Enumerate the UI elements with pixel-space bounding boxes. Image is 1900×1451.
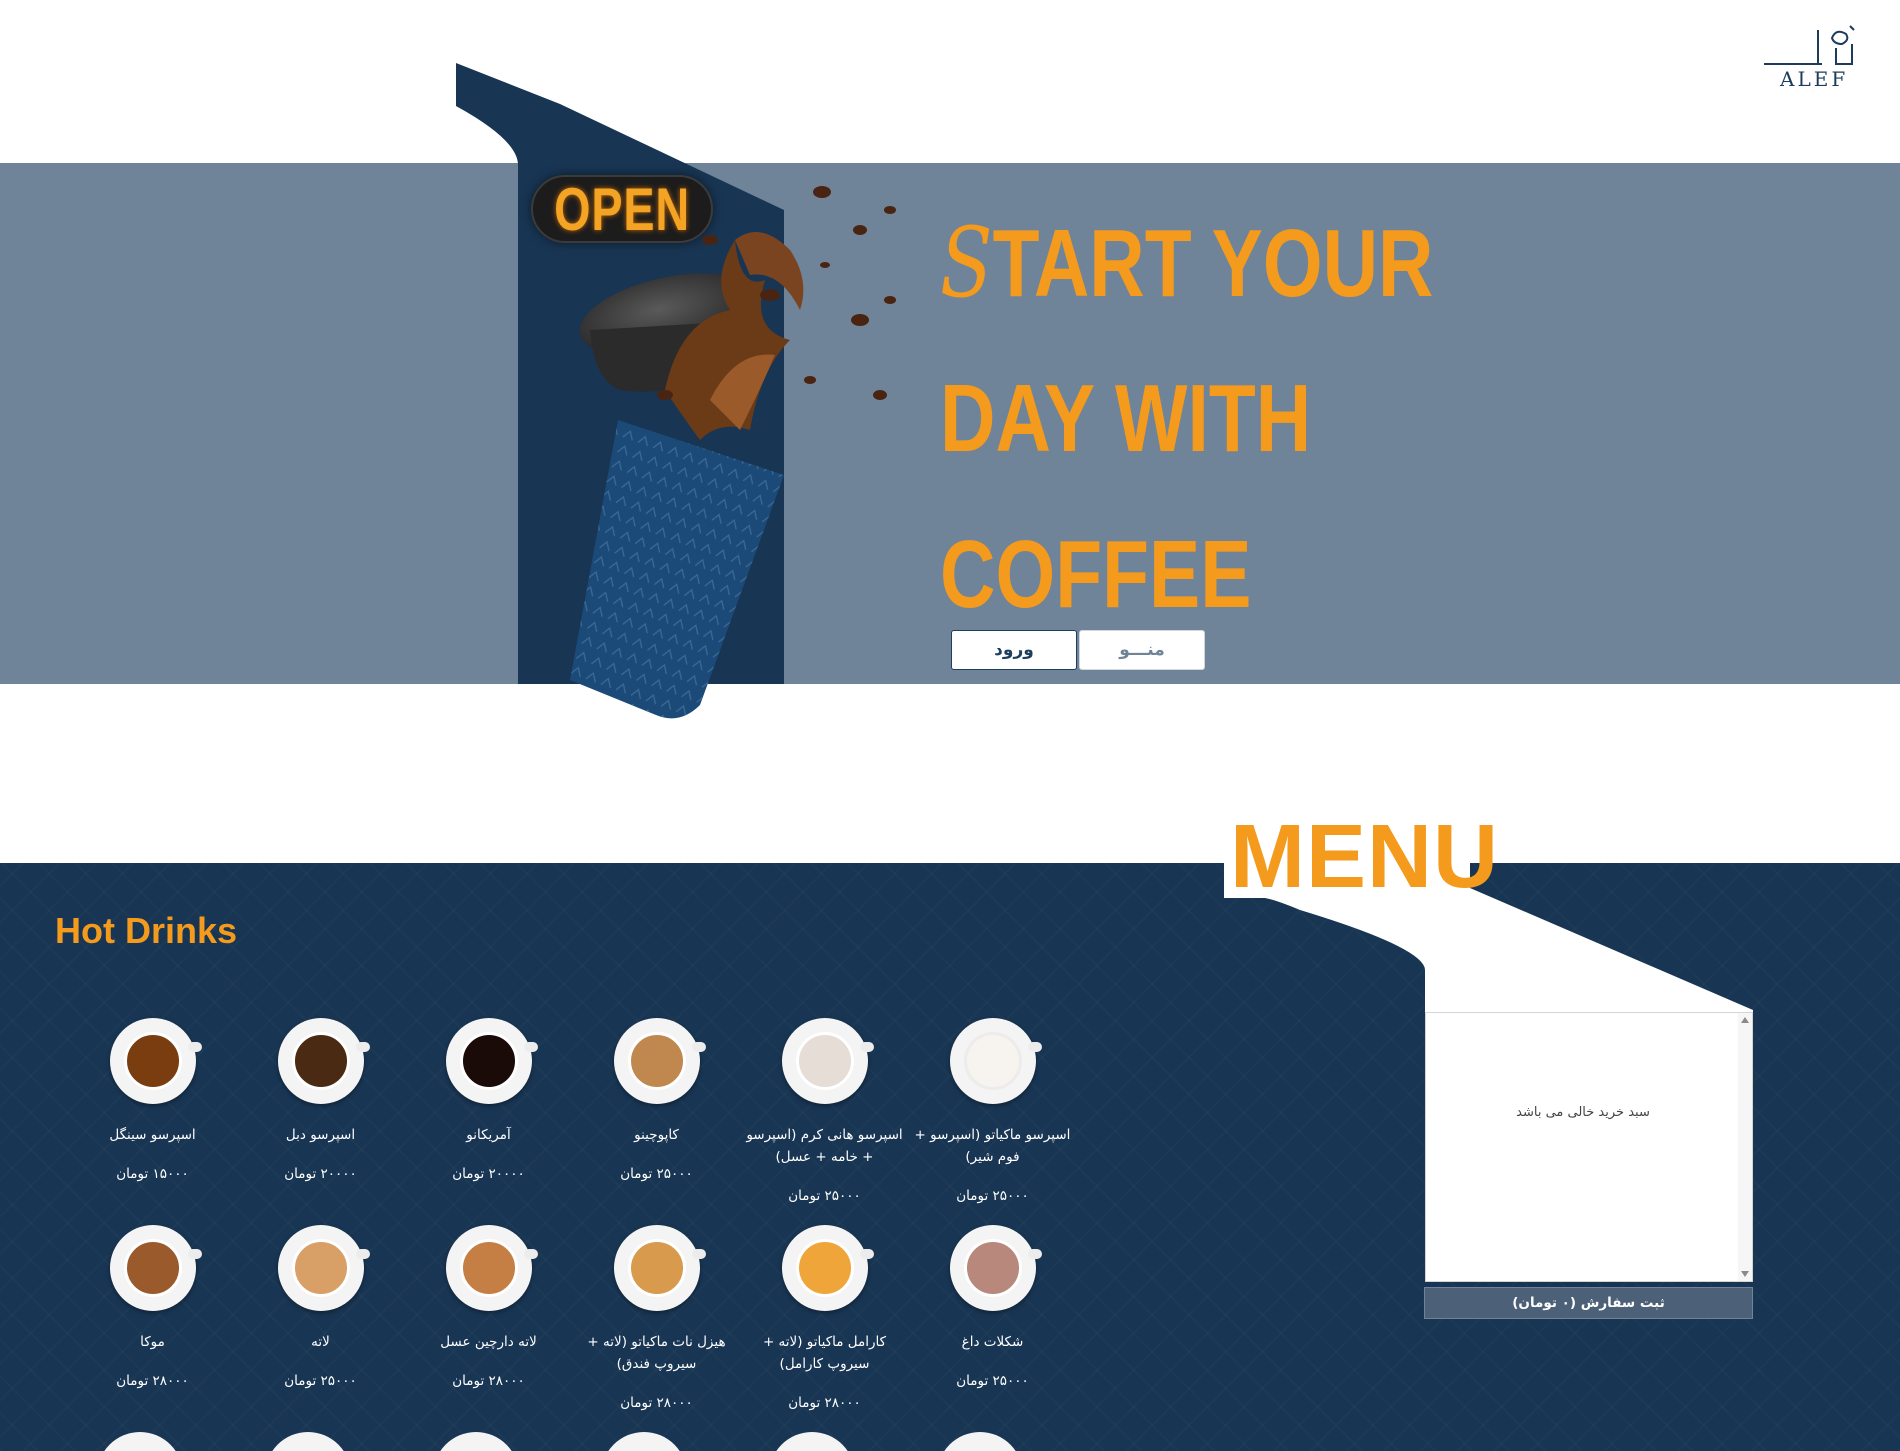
cart-empty-message: سبد خرید خالی می باشد (1516, 1105, 1650, 1120)
product-card[interactable]: کاپوچینو ۲۵۰۰۰ تومان (574, 1018, 739, 1182)
coffee-cup-splash-image (570, 186, 896, 719)
product-image[interactable] (781, 1018, 874, 1104)
product-name: اسپرسو هانی کرم (اسپرسو + خامه + عسل) (746, 1127, 903, 1165)
product-image[interactable] (949, 1018, 1042, 1104)
product-name: اسپرسو ماکیاتو (اسپرسو + فوم شیر) (914, 1127, 1071, 1165)
product-card[interactable]: هیزل نات ماکیاتو (لاته + سیروپ فندق) ۲۸۰… (574, 1225, 739, 1411)
product-name: لاته دارچین عسل (440, 1334, 537, 1350)
product-price: ۲۰۰۰۰ تومان (452, 1166, 525, 1182)
product-price: ۲۸۰۰۰ تومان (116, 1373, 189, 1389)
product-price: ۲۵۰۰۰ تومان (788, 1188, 861, 1204)
product-name: کاپوچینو (634, 1127, 679, 1143)
product-image[interactable] (109, 1225, 202, 1311)
product-name: کارامل ماکیاتو (لاته + سیروپ کارامل) (762, 1334, 887, 1372)
product-image[interactable] (949, 1225, 1042, 1311)
product-price: ۲۸۰۰۰ تومان (620, 1395, 693, 1411)
submit-order-button[interactable]: ثبت سفارش (۰ تومان) (1424, 1287, 1753, 1319)
product-image[interactable] (277, 1225, 370, 1311)
menu-button[interactable]: منـــو (1079, 630, 1205, 670)
product-card[interactable]: لاته دارچین عسل ۲۸۰۰۰ تومان (406, 1225, 571, 1389)
product-image[interactable] (277, 1018, 370, 1104)
product-image[interactable] (109, 1018, 202, 1104)
cart-scrollbar[interactable] (1738, 1013, 1752, 1281)
headline-line-1: START YOUR (940, 185, 1434, 341)
product-card[interactable]: اسپرسو دبل ۲۰۰۰۰ تومان (238, 1018, 403, 1182)
product-card[interactable]: شکلات داغ ۲۵۰۰۰ تومان (910, 1225, 1075, 1389)
product-card[interactable]: آمریکانو ۲۰۰۰۰ تومان (406, 1018, 571, 1182)
product-card[interactable]: اسپرسو هانی کرم (اسپرسو + خامه + عسل) ۲۵… (742, 1018, 907, 1204)
product-name: لاته (311, 1334, 330, 1350)
product-name: هیزل نات ماکیاتو (لاته + سیروپ فندق) (587, 1334, 726, 1372)
product-card[interactable]: لاته ۲۵۰۰۰ تومان (238, 1225, 403, 1389)
product-card[interactable]: کارامل ماکیاتو (لاته + سیروپ کارامل) ۲۸۰… (742, 1225, 907, 1411)
product-price: ۲۰۰۰۰ تومان (284, 1166, 357, 1182)
hot-drinks-title: Hot Drinks (55, 910, 238, 951)
product-card[interactable]: اسپرسو ماکیاتو (اسپرسو + فوم شیر) ۲۵۰۰۰ … (910, 1018, 1075, 1204)
product-price: ۲۵۰۰۰ تومان (284, 1373, 357, 1389)
scroll-down-arrow-icon[interactable] (1741, 1271, 1749, 1277)
product-image[interactable] (613, 1018, 706, 1104)
product-card[interactable]: اسپرسو سینگل ۱۵۰۰۰ تومان (70, 1018, 235, 1182)
product-price: ۲۸۰۰۰ تومان (788, 1395, 861, 1411)
headline-line-2: DAY WITH (940, 365, 1312, 472)
hero-headline: START YOUR DAY WITH COFFEE (940, 185, 1460, 653)
product-price: ۲۵۰۰۰ تومان (956, 1188, 1029, 1204)
headline-first-letter: S (940, 207, 993, 319)
product-price: ۲۵۰۰۰ تومان (620, 1166, 693, 1182)
product-name: اسپرسو سینگل (109, 1127, 196, 1143)
product-image[interactable] (445, 1018, 538, 1104)
product-card[interactable]: موکا ۲۸۰۰۰ تومان (70, 1225, 235, 1389)
headline-line-1-rest: TART YOUR (992, 210, 1434, 317)
product-price: ۱۵۰۰۰ تومان (116, 1166, 189, 1182)
product-image[interactable] (613, 1225, 706, 1311)
product-name: آمریکانو (466, 1127, 511, 1143)
cart-panel[interactable]: سبد خرید خالی می باشد (1425, 1012, 1753, 1282)
product-name: اسپرسو دبل (285, 1127, 356, 1143)
drink (123, 1032, 182, 1090)
product-price: ۲۸۰۰۰ تومان (452, 1373, 525, 1389)
login-button[interactable]: ورود (951, 630, 1077, 670)
product-name: موکا (140, 1334, 165, 1350)
menu-title: MENU (1230, 807, 1499, 907)
product-image[interactable] (445, 1225, 538, 1311)
product-image[interactable] (781, 1225, 874, 1311)
product-price: ۲۵۰۰۰ تومان (956, 1373, 1029, 1389)
product-name: شکلات داغ (961, 1334, 1024, 1350)
scroll-up-arrow-icon[interactable] (1741, 1017, 1749, 1023)
